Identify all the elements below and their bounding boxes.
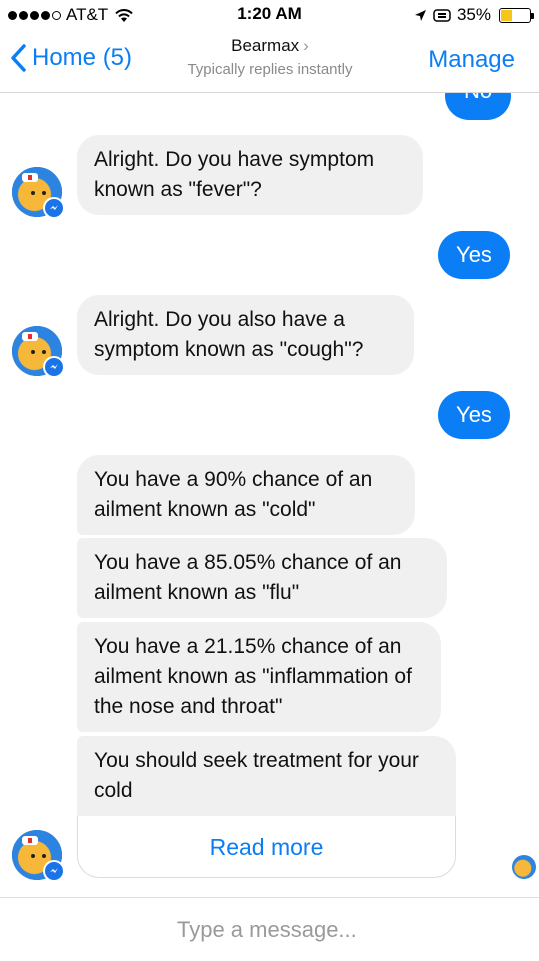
outgoing-message-yes: Yes	[438, 391, 510, 439]
messenger-icon	[43, 197, 65, 219]
seen-receipt-avatar	[512, 855, 536, 879]
manage-button[interactable]: Manage	[428, 46, 515, 74]
incoming-message: You have a 90% chance of an ailment know…	[77, 455, 415, 535]
incoming-message: Alright. Do you also have a symptom know…	[77, 295, 414, 375]
chevron-left-icon	[11, 44, 26, 72]
back-button[interactable]: Home (5)	[10, 44, 132, 72]
contact-info[interactable]: Bearmax › Typically replies instantly	[150, 36, 390, 78]
alarm-icon	[433, 8, 451, 22]
incoming-message: You have a 21.15% chance of an ailment k…	[77, 622, 441, 732]
clipped-area: No	[0, 93, 539, 123]
contact-status: Typically replies instantly	[187, 61, 353, 78]
messenger-icon	[43, 860, 65, 882]
contact-name: Bearmax	[231, 36, 300, 55]
bot-avatar[interactable]	[12, 326, 65, 378]
conversation-header: Home (5) Bearmax › Typically replies inst…	[0, 30, 539, 93]
battery-icon	[499, 7, 534, 23]
read-more-button[interactable]: Read more	[77, 816, 456, 878]
battery-percent: 35%	[456, 5, 491, 24]
bot-avatar[interactable]	[12, 167, 65, 219]
message-composer	[0, 897, 539, 961]
chevron-right-icon: ›	[303, 36, 309, 55]
incoming-message: Alright. Do you have symptom known as "f…	[77, 135, 423, 215]
outgoing-message-yes: Yes	[438, 231, 510, 279]
battery-fill	[501, 9, 512, 21]
bot-avatar[interactable]	[12, 830, 65, 882]
location-arrow-icon	[414, 9, 426, 21]
messenger-icon	[43, 356, 65, 378]
outgoing-message-no: No	[445, 93, 511, 120]
incoming-message: You should seek treatment for your cold	[77, 736, 456, 818]
status-right: 35%	[414, 5, 534, 25]
status-bar: AT&T 1:20 AM 35%	[0, 0, 539, 30]
incoming-message: You have a 85.05% chance of an ailment k…	[77, 538, 447, 618]
back-button-label: Home (5)	[32, 44, 133, 71]
message-input[interactable]	[175, 912, 479, 948]
